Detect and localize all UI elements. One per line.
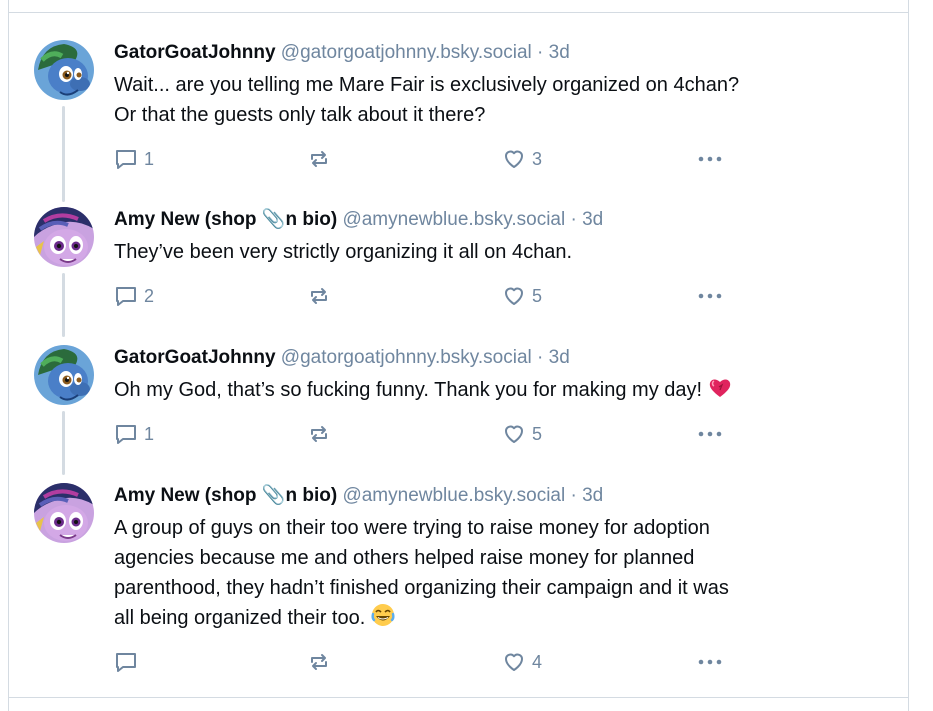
post-text: They’ve been very strictly organizing it…: [114, 237, 874, 267]
post-header: Amy New (shop 📎n bio) @amynewblue.bsky.s…: [114, 483, 603, 509]
thread-connector: [62, 106, 65, 202]
more-icon: [698, 659, 722, 665]
repost-icon: [311, 151, 327, 167]
like-count: 5: [532, 285, 543, 306]
repost-button[interactable]: [307, 284, 331, 308]
post-text-line: They’ve been very strictly organizing it…: [114, 241, 573, 263]
avatar-gatorgoatjohnny[interactable]: [34, 345, 94, 405]
more-options-button[interactable]: [697, 284, 723, 308]
post-text-line: A group of guys on their too were trying…: [114, 517, 710, 539]
reply-count: 1: [144, 148, 155, 169]
post-text: A group of guys on their too were trying…: [114, 513, 874, 633]
repost-icon: [311, 654, 327, 670]
heart-icon: [505, 425, 523, 443]
more-icon: [698, 156, 722, 162]
timestamp[interactable]: 3d: [582, 485, 603, 506]
reply-button[interactable]: 1: [114, 422, 154, 446]
separator: ·: [537, 347, 544, 368]
author-handle[interactable]: @gatorgoatjohnny.bsky.social: [281, 42, 532, 63]
like-button[interactable]: 5: [502, 284, 542, 308]
author-handle[interactable]: @amynewblue.bsky.social: [342, 209, 565, 230]
more-options-button[interactable]: [697, 422, 723, 446]
bottom-divider: [8, 697, 909, 698]
heart-icon: [505, 653, 523, 671]
post-actions: 1 3: [114, 147, 734, 171]
author-handle[interactable]: @gatorgoatjohnny.bsky.social: [281, 347, 532, 368]
post-header: GatorGoatJohnny @gatorgoatjohnny.bsky.so…: [114, 345, 570, 371]
author-name[interactable]: Amy New (shop 📎n bio): [114, 485, 337, 506]
post-text-content: Oh my God, that’s so fucking funny. Than…: [114, 379, 703, 401]
reply-icon: [116, 425, 136, 444]
more-icon: [698, 293, 722, 299]
avatar-amynew[interactable]: [34, 207, 94, 267]
avatar-amynew[interactable]: [34, 483, 94, 543]
separator: ·: [570, 485, 577, 506]
post-actions: 2 5: [114, 284, 734, 308]
reply-icon: [116, 150, 136, 169]
post-text-line: Oh my God, that’s so fucking funny. Than…: [114, 375, 874, 405]
more-icon: [698, 431, 722, 437]
post-text-line: Or that the guests only talk about it th…: [114, 104, 486, 126]
repost-button[interactable]: [307, 422, 331, 446]
reply-icon: [116, 287, 136, 306]
post-text-line: agencies because me and others helped ra…: [114, 547, 695, 569]
reply-count: 1: [144, 423, 155, 444]
reply-icon: [116, 653, 136, 672]
post-text: Oh my God, that’s so fucking funny. Than…: [114, 375, 874, 405]
post-actions: 1 5: [114, 422, 734, 446]
post-header: GatorGoatJohnny @gatorgoatjohnny.bsky.so…: [114, 40, 570, 66]
reply-button[interactable]: [114, 650, 144, 674]
avatar-gatorgoatjohnny[interactable]: [34, 40, 94, 100]
post-actions: 4: [114, 650, 734, 674]
like-button[interactable]: 4: [502, 650, 542, 674]
author-handle[interactable]: @amynewblue.bsky.social: [342, 485, 565, 506]
heart-icon: [505, 287, 523, 305]
post-text-content: all being organized their too.: [114, 607, 366, 629]
heart-icon: [505, 150, 523, 168]
author-name[interactable]: GatorGoatJohnny: [114, 42, 276, 63]
reply-button[interactable]: 2: [114, 284, 154, 308]
more-options-button[interactable]: [697, 650, 723, 674]
like-count: 4: [532, 651, 543, 672]
thread-connector: [62, 273, 65, 337]
top-divider: [8, 12, 909, 13]
repost-button[interactable]: [307, 650, 331, 674]
separator: ·: [537, 42, 544, 63]
repost-button[interactable]: [307, 147, 331, 171]
post-text: Wait... are you telling me Mare Fair is …: [114, 70, 874, 130]
heart-emoji-icon: [709, 379, 730, 397]
like-button[interactable]: 3: [502, 147, 542, 171]
repost-icon: [311, 426, 327, 442]
more-options-button[interactable]: [697, 147, 723, 171]
like-count: 3: [532, 148, 543, 169]
post-text-line: all being organized their too.: [114, 603, 874, 633]
laughing-emoji-icon: [371, 604, 395, 626]
like-button[interactable]: 5: [502, 422, 542, 446]
post-text-line: Wait... are you telling me Mare Fair is …: [114, 74, 740, 96]
post-text-line: parenthood, they hadn’t finished organiz…: [114, 577, 729, 599]
repost-icon: [311, 288, 327, 304]
like-count: 5: [532, 423, 543, 444]
reply-count: 2: [144, 285, 155, 306]
author-name[interactable]: Amy New (shop 📎n bio): [114, 209, 337, 230]
timestamp[interactable]: 3d: [549, 42, 570, 63]
post-header: Amy New (shop 📎n bio) @amynewblue.bsky.s…: [114, 207, 603, 233]
thread-connector: [62, 411, 65, 475]
timestamp[interactable]: 3d: [582, 209, 603, 230]
separator: ·: [570, 209, 577, 230]
timestamp[interactable]: 3d: [549, 347, 570, 368]
author-name[interactable]: GatorGoatJohnny: [114, 347, 276, 368]
reply-button[interactable]: 1: [114, 147, 154, 171]
